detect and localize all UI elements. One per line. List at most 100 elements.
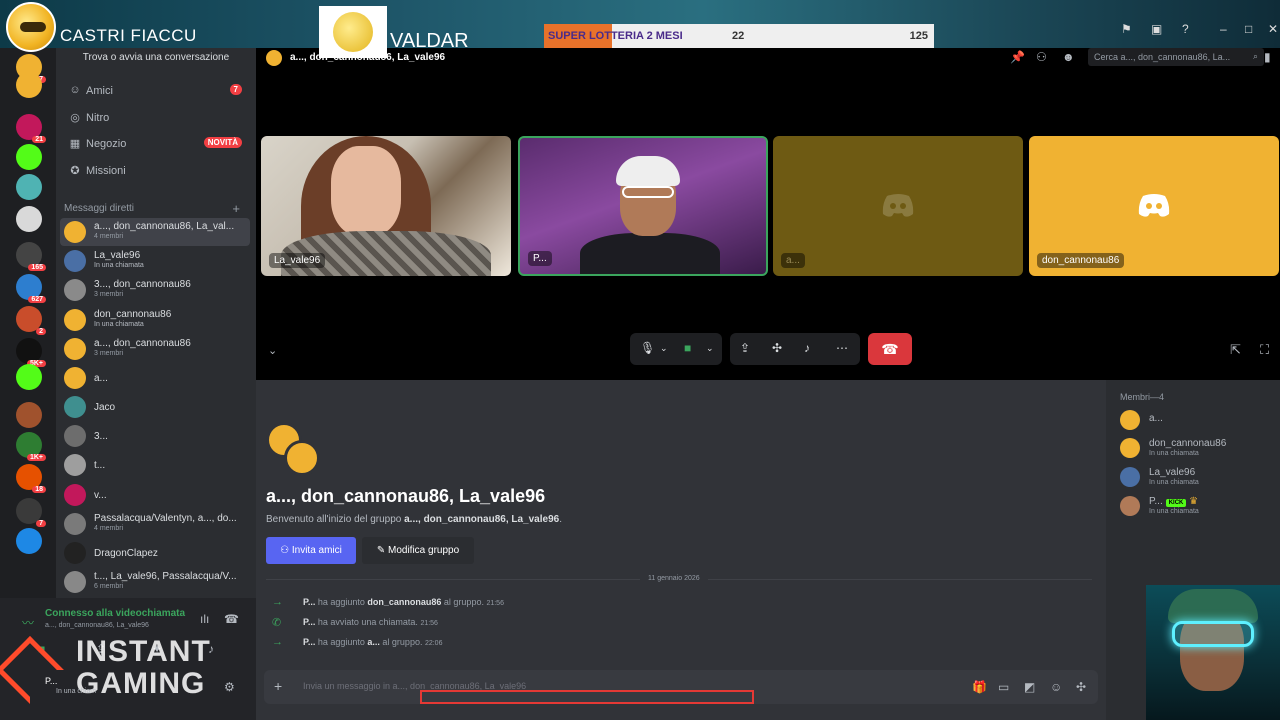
invite-friends-button[interactable]: ⚇ Invita amici xyxy=(266,537,356,564)
gift-icon[interactable]: 🎁 xyxy=(972,680,987,694)
search-input[interactable]: Cerca a..., don_cannonau86, La... ⌕ xyxy=(1088,48,1264,66)
avatar xyxy=(64,454,86,476)
avatar xyxy=(64,425,86,447)
video-tile[interactable]: a... xyxy=(773,136,1023,276)
lottery-value-1: 22 xyxy=(732,30,745,42)
video-tile[interactable]: La_vale96 xyxy=(261,136,511,276)
dm-item[interactable]: 3... xyxy=(60,422,250,450)
voice-connection-panel: 〰 Connesso alla videochiamata a..., don_… xyxy=(0,598,256,720)
member-item[interactable]: don_cannonau86 In una chiamata xyxy=(1120,436,1270,460)
dm-item[interactable]: don_cannonau86 In una chiamata xyxy=(60,306,250,334)
dm-item[interactable]: v... xyxy=(60,481,250,509)
maximize-icon[interactable]: □ xyxy=(1245,22,1252,38)
apps-icon[interactable]: ✣ xyxy=(1076,680,1086,694)
screen-share-icon[interactable]: ⇪ xyxy=(740,341,750,355)
pin-window-icon[interactable]: ⚑ xyxy=(1121,22,1132,38)
server-icon[interactable] xyxy=(16,174,42,200)
kick-server-icon[interactable] xyxy=(16,144,42,170)
server-icon[interactable]: 1K+ xyxy=(16,432,46,461)
voice-status[interactable]: Connesso alla videochiamata xyxy=(45,608,185,619)
instant-gaming-logo-mark xyxy=(0,636,64,704)
dm-item[interactable]: a... xyxy=(60,364,250,392)
sticker-icon[interactable]: ◩ xyxy=(1024,680,1035,694)
dm-item[interactable]: t..., La_vale96, Passalacqua/V... 6 memb… xyxy=(60,568,250,596)
phone-icon: ✆ xyxy=(272,617,282,629)
chevron-down-icon[interactable]: ⌄ xyxy=(268,344,277,357)
avatar xyxy=(1120,438,1140,458)
server-icon[interactable]: 627 xyxy=(16,274,46,303)
microphone-icon[interactable]: 🎙 xyxy=(640,341,655,355)
dm-item[interactable]: Passalacqua/Valentyn, a..., do... 4 memb… xyxy=(60,510,250,538)
server-icon[interactable]: 2 xyxy=(16,306,46,335)
video-tile[interactable]: don_cannonau86 xyxy=(1029,136,1279,276)
chat-area: a..., don_cannonau86, La_vale96 Benvenut… xyxy=(256,380,1106,720)
attach-plus-icon[interactable]: + xyxy=(274,678,282,694)
group-title: a..., don_cannonau86, La_vale96 xyxy=(266,486,546,506)
server-icon[interactable] xyxy=(16,364,42,390)
dm-item[interactable]: 3..., don_cannonau86 3 membri xyxy=(60,276,250,304)
video-call-area: La_vale96 P... a... don_cannonau86 ⌄ 🎙 ⌄… xyxy=(256,70,1280,380)
nav-nitro[interactable]: ◎ Nitro xyxy=(64,105,248,131)
edit-group-button[interactable]: ✎ Modifica gruppo xyxy=(362,537,474,564)
user-name[interactable]: P... xyxy=(45,676,57,686)
avatar xyxy=(64,338,86,360)
fullscreen-icon[interactable]: ⛶ xyxy=(1260,342,1269,358)
nav-quests[interactable]: ✪ Missioni xyxy=(64,158,248,184)
shop-icon: ▦ xyxy=(69,138,81,150)
help-icon[interactable]: ? xyxy=(1182,22,1189,38)
inbox-icon[interactable]: ▣ xyxy=(1151,22,1162,38)
dm-item[interactable]: a..., don_cannonau86 3 membri xyxy=(60,335,250,363)
server-icon[interactable]: 21 xyxy=(16,114,46,143)
dm-item[interactable]: La_vale96 In una chiamata xyxy=(60,247,250,275)
nav-shop[interactable]: ▦ Negozio NOVITÀ xyxy=(64,131,248,157)
video-tile-speaking[interactable]: P... xyxy=(518,136,768,276)
chevron-down-icon[interactable]: ⌄ xyxy=(706,343,714,354)
lottery-label: SUPER LOTTERIA 2 MESI xyxy=(548,30,683,42)
activities-icon[interactable]: ✣ xyxy=(772,341,782,355)
voice-channel: a..., don_cannonau86, La_vale96 xyxy=(45,622,149,629)
server-icon[interactable]: 165 xyxy=(16,242,46,271)
close-icon[interactable]: ✕ xyxy=(1268,22,1278,38)
disconnect-icon[interactable]: ☎ xyxy=(224,612,239,626)
pinned-messages-icon[interactable]: 📌 xyxy=(1010,50,1025,64)
add-friends-to-dm-icon[interactable]: ⚇ xyxy=(1036,50,1047,64)
avatar xyxy=(1120,467,1140,487)
chevron-down-icon[interactable]: ⌄ xyxy=(660,343,668,354)
avatar xyxy=(64,221,86,243)
group-avatar-front xyxy=(284,440,320,476)
streamer-cap xyxy=(1168,589,1258,623)
noise-suppression-icon[interactable]: ılı xyxy=(200,612,209,626)
more-options-icon[interactable]: ⋯ xyxy=(836,341,848,355)
dm-item[interactable]: Jaco xyxy=(60,393,250,421)
inbox-bookmark-icon[interactable]: ▮ xyxy=(1264,50,1271,64)
member-item[interactable]: a... xyxy=(1120,408,1270,432)
overlay-valdar: VALDAR xyxy=(390,30,469,52)
dm-item[interactable]: DragonClapez xyxy=(60,539,250,567)
server-icon[interactable]: 18 xyxy=(16,464,46,493)
find-conversation-button[interactable]: Trova o avvia una conversazione xyxy=(56,52,256,70)
member-item[interactable]: P... KICK ♛ In una chiamata xyxy=(1120,494,1270,518)
dm-item[interactable]: a..., don_cannonau86, La_val... 4 membri xyxy=(60,218,250,246)
nav-friends[interactable]: ☺ Amici 7 xyxy=(64,78,248,104)
dm-home-icon[interactable] xyxy=(16,72,42,98)
camera-icon[interactable]: ■ xyxy=(684,341,691,355)
avatar xyxy=(64,484,86,506)
server-icon[interactable] xyxy=(16,402,42,428)
hang-up-button[interactable]: ☎ xyxy=(868,333,912,365)
server-icon[interactable]: 5K+ xyxy=(16,338,46,367)
gif-icon[interactable]: ▭ xyxy=(998,680,1009,694)
group-avatar xyxy=(266,422,322,478)
popout-icon[interactable]: ⇱ xyxy=(1230,342,1241,358)
server-icon[interactable] xyxy=(16,206,42,232)
server-icon[interactable] xyxy=(16,528,42,554)
minimize-icon[interactable]: – xyxy=(1220,22,1227,38)
soundboard-icon[interactable]: ♪ xyxy=(804,341,810,355)
server-icon[interactable]: 7 xyxy=(16,498,46,527)
search-icon: ⌕ xyxy=(1252,51,1258,61)
member-item[interactable]: La_vale96 In una chiamata xyxy=(1120,465,1270,489)
dm-item[interactable]: t... xyxy=(60,451,250,479)
emoji-icon[interactable]: ☺ xyxy=(1050,680,1062,694)
user-settings-icon[interactable]: ⚙ xyxy=(224,680,235,694)
new-dm-icon[interactable]: + xyxy=(232,201,240,216)
member-list-icon[interactable]: ☻ xyxy=(1062,50,1075,64)
